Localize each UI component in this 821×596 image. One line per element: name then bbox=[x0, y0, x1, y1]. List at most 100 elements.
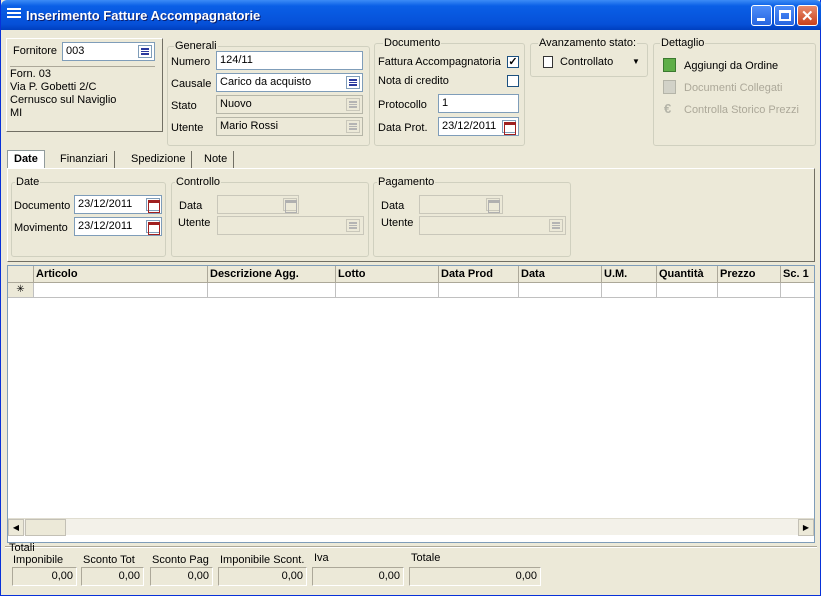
totale-label: Totale bbox=[411, 552, 441, 564]
new-row-cell[interactable] bbox=[336, 283, 439, 298]
title-bar[interactable]: Inserimento Fatture Accompagnatorie ✕ bbox=[1, 0, 821, 30]
pagamento-utente-field bbox=[419, 216, 566, 235]
column-header[interactable]: Descrizione Agg. bbox=[208, 266, 336, 283]
new-row-cell[interactable] bbox=[602, 283, 657, 298]
causale-input[interactable]: Carico da acquisto bbox=[216, 73, 363, 92]
sconto-pag-value: 0,00 bbox=[150, 567, 213, 586]
pagamento-utente-lookup-button bbox=[549, 219, 563, 232]
movimento-date-label: Movimento bbox=[14, 222, 68, 234]
new-row-cell[interactable] bbox=[439, 283, 519, 298]
sconto-tot-value: 0,00 bbox=[81, 567, 144, 586]
numero-input[interactable]: 124/11 bbox=[216, 51, 363, 70]
documenti-collegati-link: Documenti Collegati bbox=[684, 82, 783, 94]
tab-finanziari[interactable]: Finanziari bbox=[54, 151, 115, 169]
column-header[interactable]: U.M. bbox=[602, 266, 657, 283]
sconto-tot-label: Sconto Tot bbox=[83, 554, 135, 566]
date-legend: Date bbox=[15, 176, 41, 188]
controllo-calendar-icon bbox=[283, 198, 297, 213]
scroll-left-arrow-icon[interactable]: ◀ bbox=[8, 519, 24, 536]
new-row-cell[interactable] bbox=[781, 283, 814, 298]
utente-field: Mario Rossi bbox=[216, 117, 363, 136]
main-window: Inserimento Fatture Accompagnatorie ✕ Fo… bbox=[0, 0, 821, 596]
address-line: Via P. Gobetti 2/C bbox=[10, 81, 97, 93]
documento-calendar-icon[interactable] bbox=[146, 198, 160, 213]
app-menu-icon[interactable] bbox=[7, 8, 21, 20]
avanzamento-dropdown[interactable]: Controllato ▼ bbox=[541, 55, 641, 71]
nota-credito-checkbox[interactable] bbox=[507, 75, 519, 87]
add-from-order-icon bbox=[663, 58, 676, 72]
utente-label: Utente bbox=[171, 122, 204, 134]
pagamento-calendar-icon bbox=[486, 198, 500, 213]
pagamento-utente-label: Utente bbox=[381, 217, 414, 229]
controllo-utente-label: Utente bbox=[178, 217, 211, 229]
aggiungi-da-ordine-link[interactable]: Aggiungi da Ordine bbox=[684, 60, 778, 72]
articles-grid[interactable]: Articolo Descrizione Agg. Lotto Data Pro… bbox=[7, 265, 815, 543]
documento-date-label: Documento bbox=[14, 200, 71, 212]
fornitore-lookup-button[interactable] bbox=[138, 45, 152, 58]
column-header[interactable]: Prezzo bbox=[718, 266, 781, 283]
new-row-cell[interactable] bbox=[657, 283, 718, 298]
sconto-pag-label: Sconto Pag bbox=[152, 554, 209, 566]
tab-note[interactable]: Note bbox=[198, 151, 235, 169]
stato-label: Stato bbox=[171, 100, 197, 112]
dettaglio-group: Dettaglio bbox=[653, 37, 816, 146]
edit-document-icon bbox=[543, 56, 553, 68]
address-line: Forn. 03 bbox=[10, 68, 51, 80]
generali-legend: Generali bbox=[174, 40, 218, 52]
imponibile-scont-value: 0,00 bbox=[218, 567, 307, 586]
scroll-right-arrow-icon[interactable]: ▶ bbox=[798, 519, 814, 536]
linked-documents-icon bbox=[663, 80, 676, 94]
horizontal-scrollbar[interactable]: ◀ ▶ bbox=[8, 518, 814, 536]
avanzamento-value: Controllato bbox=[560, 56, 614, 68]
pagamento-data-label: Data bbox=[381, 200, 405, 212]
fornitore-label: Fornitore bbox=[13, 45, 58, 57]
column-header[interactable]: Articolo bbox=[34, 266, 208, 283]
address-line: MI bbox=[10, 107, 23, 119]
column-header[interactable]: Data Prod bbox=[439, 266, 519, 283]
movimento-calendar-icon[interactable] bbox=[146, 220, 160, 235]
column-header[interactable]: Data bbox=[519, 266, 602, 283]
imponibile-value: 0,00 bbox=[12, 567, 77, 586]
maximize-button[interactable] bbox=[774, 5, 795, 26]
pagamento-legend: Pagamento bbox=[377, 176, 436, 188]
minimize-button[interactable] bbox=[751, 5, 772, 26]
new-row-selector[interactable]: ✳ bbox=[8, 283, 34, 298]
column-header[interactable]: Quantità bbox=[657, 266, 718, 283]
window-title: Inserimento Fatture Accompagnatorie bbox=[26, 8, 261, 23]
causale-lookup-button[interactable] bbox=[346, 76, 360, 89]
row-header-corner bbox=[8, 266, 34, 283]
new-row-cell[interactable] bbox=[519, 283, 602, 298]
stato-field: Nuovo bbox=[216, 95, 363, 114]
controllo-legend: Controllo bbox=[175, 176, 222, 188]
close-button[interactable]: ✕ bbox=[797, 5, 818, 26]
data-prot-calendar-icon[interactable] bbox=[502, 120, 516, 135]
column-header[interactable]: Sc. 1 bbox=[781, 266, 814, 283]
new-row-cell[interactable] bbox=[208, 283, 336, 298]
iva-label: Iva bbox=[314, 552, 329, 564]
imponibile-label: Imponibile bbox=[13, 554, 64, 566]
fattura-accompagnatoria-checkbox[interactable]: ✓ bbox=[507, 56, 519, 68]
address-line: Cernusco sul Naviglio bbox=[10, 94, 117, 106]
avanzamento-legend: Avanzamento stato: bbox=[538, 37, 638, 49]
scrollbar-thumb[interactable] bbox=[25, 519, 66, 536]
protocollo-input[interactable]: 1 bbox=[438, 94, 519, 113]
controllo-data-label: Data bbox=[179, 200, 203, 212]
new-row-cell[interactable] bbox=[718, 283, 781, 298]
column-header[interactable]: Lotto bbox=[336, 266, 439, 283]
tab-spedizione[interactable]: Spedizione bbox=[125, 151, 193, 169]
fornitore-address: Forn. 03 Via P. Gobetti 2/C Cernusco sul… bbox=[10, 68, 116, 120]
imponibile-scont-label: Imponibile Scont. bbox=[220, 554, 305, 566]
controllo-utente-field bbox=[217, 216, 364, 235]
totali-separator bbox=[5, 546, 817, 548]
dettaglio-legend: Dettaglio bbox=[660, 37, 706, 49]
iva-value: 0,00 bbox=[312, 567, 404, 586]
stato-lookup-button bbox=[346, 98, 360, 111]
utente-lookup-button bbox=[346, 120, 360, 133]
tab-date[interactable]: Date bbox=[7, 150, 45, 170]
documento-legend: Documento bbox=[383, 37, 442, 49]
totali-legend: Totali bbox=[9, 542, 35, 554]
nota-credito-label: Nota di credito bbox=[378, 75, 449, 87]
totale-value: 0,00 bbox=[409, 567, 541, 586]
data-prot-label: Data Prot. bbox=[378, 122, 428, 134]
new-row-cell[interactable] bbox=[34, 283, 208, 298]
